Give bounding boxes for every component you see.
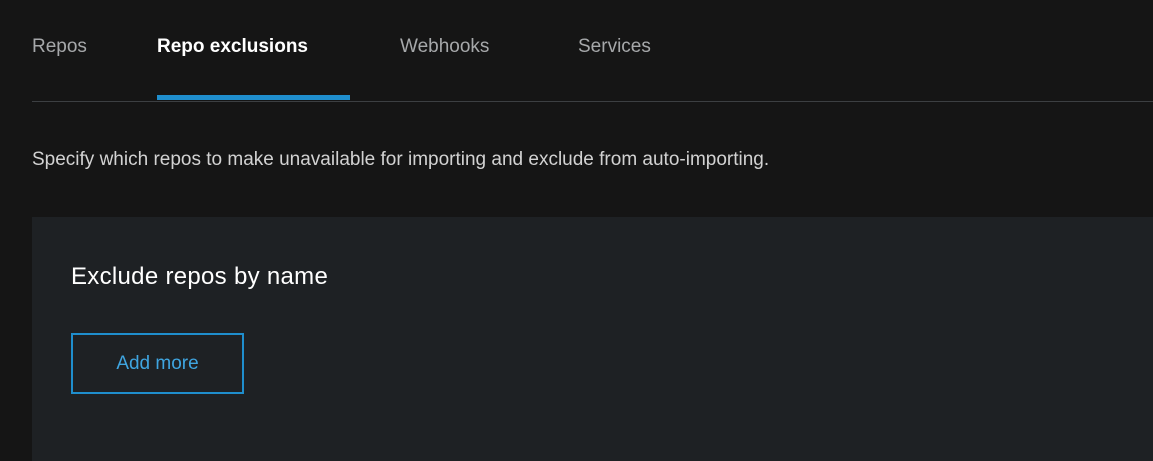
active-tab-indicator (157, 95, 350, 100)
tab-repo-exclusions[interactable]: Repo exclusions (157, 35, 308, 59)
tab-webhooks[interactable]: Webhooks (400, 35, 489, 59)
exclude-repos-panel: Exclude repos by name Add more (32, 217, 1153, 461)
tab-bar: Repos Repo exclusions Webhooks Services (32, 0, 1153, 102)
tab-services[interactable]: Services (578, 35, 651, 59)
page-description: Specify which repos to make unavailable … (32, 149, 770, 170)
tab-repos[interactable]: Repos (32, 35, 87, 59)
page: Repos Repo exclusions Webhooks Services … (0, 0, 1153, 461)
add-more-button[interactable]: Add more (71, 333, 244, 394)
panel-title: Exclude repos by name (71, 263, 329, 290)
